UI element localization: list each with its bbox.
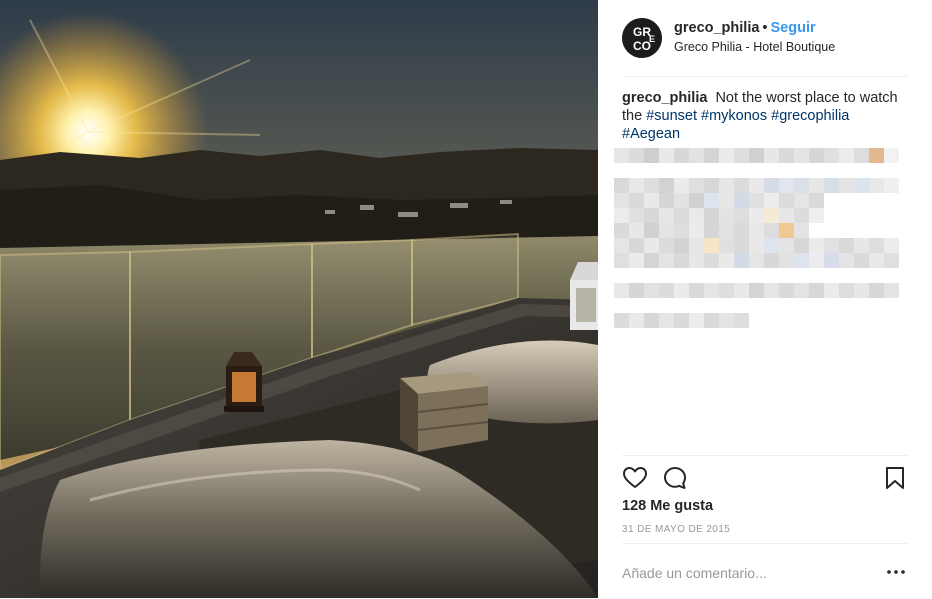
username-link[interactable]: greco_philia [674,20,759,36]
post-caption: greco_philia Not the worst place to watc… [622,89,908,143]
location-link[interactable]: Greco Philia - Hotel Boutique [674,40,835,54]
post-date[interactable]: 31 DE MAYO DE 2015 [622,524,730,535]
pixelated-comments-image [614,148,899,328]
comment-bubble-icon[interactable] [662,465,688,491]
likes-count[interactable]: 128 Me gusta [622,498,713,514]
hashtag-mykonos[interactable]: #mykonos [701,108,767,124]
follow-button[interactable]: Seguir [771,20,816,36]
svg-text:E: E [649,34,655,44]
more-options-icon[interactable] [886,562,906,582]
comment-input[interactable] [622,558,872,588]
post-actions [622,455,908,502]
post-photo[interactable] [0,0,598,598]
sunset-terrace-photo [0,0,598,598]
bookmark-icon[interactable] [882,465,908,491]
comment-box [622,543,908,599]
hashtag-aegean[interactable]: #Aegean [622,126,680,142]
separator-dot: • [762,20,768,36]
greco-logo-icon: GR CO E [622,18,662,58]
heart-icon[interactable] [622,465,648,491]
header-handle-line: greco_philia • Seguir [674,20,816,36]
hashtag-sunset[interactable]: #sunset [646,108,697,124]
hashtag-grecophilia[interactable]: #grecophilia [771,108,849,124]
pixelated-comments [614,148,904,338]
post-sidebar: GR CO E greco_philia • Seguir Greco Philia… [598,0,932,598]
instagram-post: GR CO E greco_philia • Seguir Greco Philia… [0,0,932,598]
caption-username-link[interactable]: greco_philia [622,90,707,106]
post-header: GR CO E greco_philia • Seguir Greco Philia… [622,18,908,77]
avatar[interactable]: GR CO E [622,18,662,58]
